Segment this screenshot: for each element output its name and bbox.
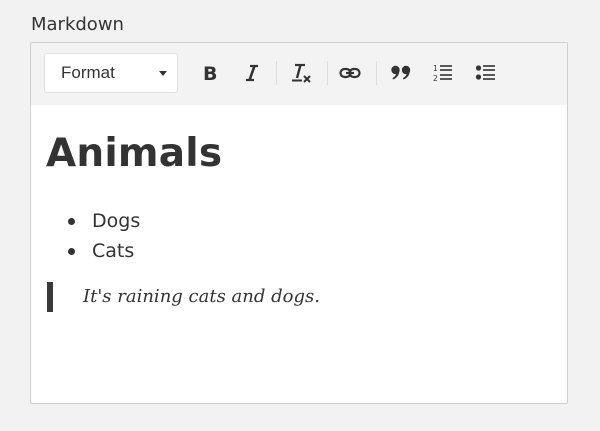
ordered-list-button[interactable]: 1 2 bbox=[427, 57, 459, 89]
blockquote-text: It's raining cats and dogs. bbox=[83, 286, 320, 307]
markdown-editor: Format B 1 2 Animals Dogs Cats It's rain… bbox=[30, 42, 568, 404]
bullet-list-icon bbox=[475, 65, 495, 80]
svg-text:2: 2 bbox=[433, 74, 438, 83]
link-button[interactable] bbox=[334, 57, 366, 89]
document-bullet-list: Dogs Cats bbox=[46, 206, 140, 266]
clear-format-button[interactable] bbox=[285, 57, 317, 89]
format-select-value: Format bbox=[61, 63, 115, 82]
blockquote-button[interactable] bbox=[385, 57, 417, 89]
document-blockquote: It's raining cats and dogs. bbox=[47, 282, 320, 312]
bold-icon: B bbox=[203, 63, 217, 83]
bullet-list-button[interactable] bbox=[470, 57, 502, 89]
chevron-down-icon bbox=[159, 71, 167, 76]
list-item-text: Dogs bbox=[92, 210, 141, 232]
toolbar-separator bbox=[276, 61, 277, 85]
format-select[interactable]: Format bbox=[44, 53, 178, 93]
clear-format-icon bbox=[292, 63, 311, 83]
editor-content[interactable]: Animals Dogs Cats It's raining cats and … bbox=[31, 105, 567, 403]
editor-toolbar: Format B 1 2 bbox=[31, 43, 567, 105]
toolbar-separator bbox=[327, 61, 328, 85]
italic-button[interactable] bbox=[236, 57, 268, 89]
field-label: Markdown bbox=[31, 14, 124, 35]
list-item-text: Cats bbox=[92, 240, 135, 262]
bullet-icon bbox=[68, 218, 75, 225]
svg-text:1: 1 bbox=[433, 64, 438, 73]
list-item: Cats bbox=[46, 236, 140, 266]
bold-button[interactable]: B bbox=[194, 57, 226, 89]
document-heading: Animals bbox=[46, 131, 223, 176]
link-icon bbox=[339, 67, 361, 79]
toolbar-separator bbox=[376, 61, 377, 85]
svg-text:B: B bbox=[203, 63, 217, 83]
bullet-icon bbox=[68, 248, 75, 255]
quote-icon bbox=[391, 65, 411, 80]
list-item: Dogs bbox=[46, 206, 140, 236]
italic-icon bbox=[246, 64, 258, 82]
ordered-list-icon: 1 2 bbox=[433, 64, 452, 83]
